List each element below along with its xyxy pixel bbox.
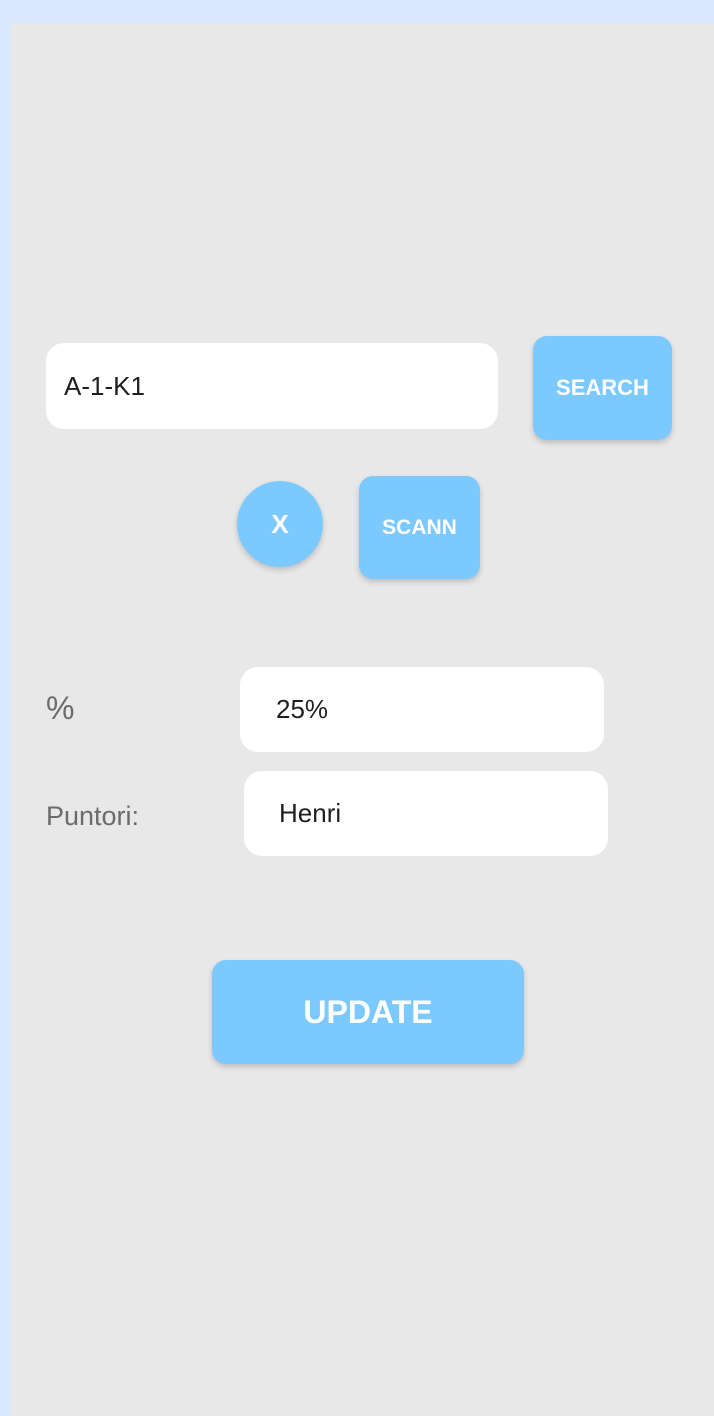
clear-button-label: X — [271, 508, 289, 539]
worker-field[interactable]: Henri — [244, 771, 608, 856]
search-input[interactable]: A-1-K1 — [46, 343, 498, 429]
percent-field[interactable]: 25% — [240, 667, 604, 752]
percent-field-value: 25% — [276, 694, 329, 724]
worker-label: Puntori: — [46, 801, 140, 831]
clear-button[interactable]: X — [237, 481, 323, 567]
search-input-value: A-1-K1 — [64, 370, 145, 401]
update-button[interactable]: UPDATE — [212, 960, 524, 1064]
search-button[interactable]: SEARCH — [533, 336, 672, 440]
search-button-label: SEARCH — [556, 375, 649, 400]
percent-label: % — [46, 690, 75, 726]
worker-field-value: Henri — [279, 798, 342, 828]
scan-button[interactable]: SCANN — [359, 476, 480, 579]
scan-button-label: SCANN — [382, 515, 457, 539]
update-button-label: UPDATE — [303, 993, 433, 1030]
